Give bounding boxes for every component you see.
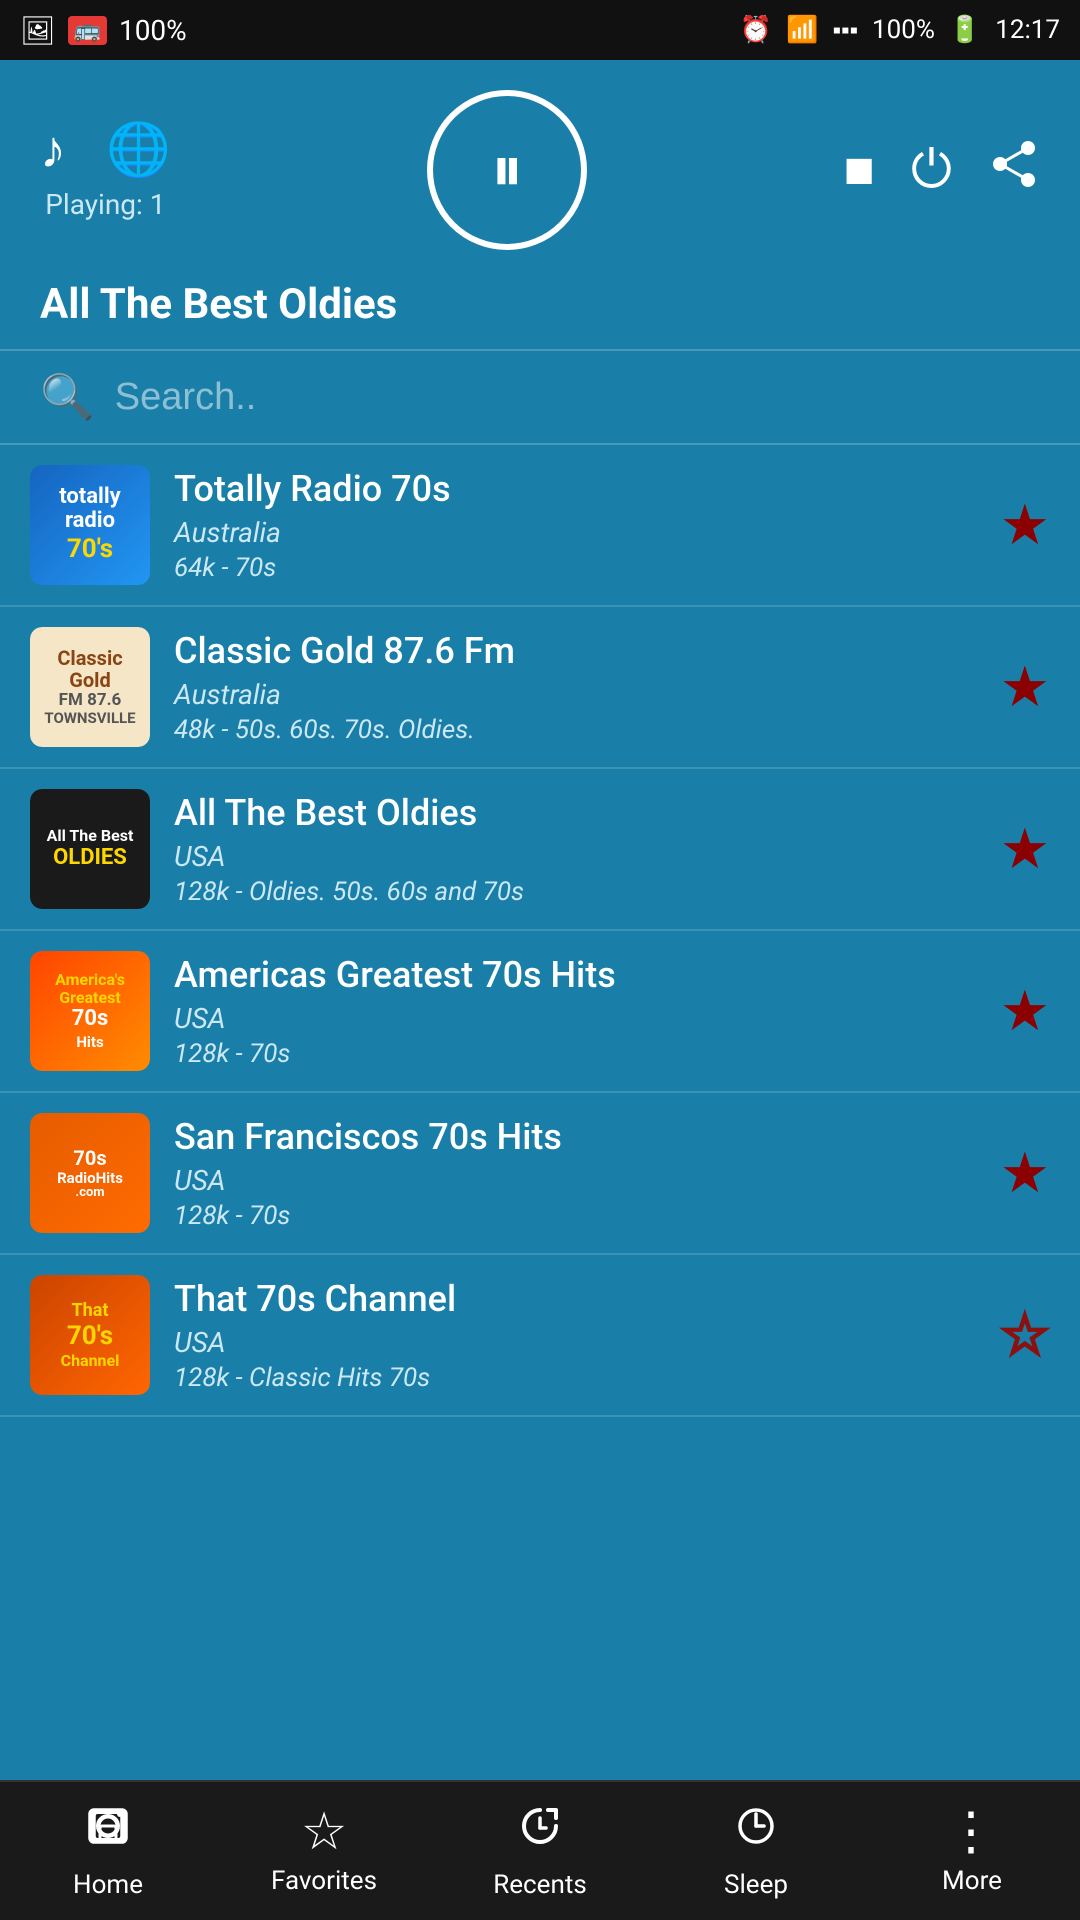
now-playing-title: All The Best Oldies: [40, 280, 397, 329]
station-country: USA: [174, 1326, 976, 1359]
wifi-icon: 📶: [786, 15, 818, 45]
station-info: All The Best Oldies USA 128k - Oldies. 5…: [174, 792, 976, 907]
battery-percent: 100%: [872, 15, 935, 45]
station-item[interactable]: totally radio 70's Totally Radio 70s Aus…: [0, 445, 1080, 607]
player-left-section: ♪ 🌐 Playing: 1: [40, 119, 171, 221]
station-info: San Franciscos 70s Hits USA 128k - 70s: [174, 1116, 976, 1231]
station-item[interactable]: That 70's Channel That 70s Channel USA 1…: [0, 1255, 1080, 1417]
station-name: Classic Gold 87.6 Fm: [174, 630, 976, 672]
more-label: More: [942, 1866, 1002, 1896]
nav-home[interactable]: Home: [0, 1802, 216, 1900]
favorite-star[interactable]: ☆: [1000, 1302, 1050, 1368]
music-note-icon[interactable]: ♪: [40, 119, 66, 180]
now-playing-title-section: All The Best Oldies: [0, 270, 1080, 349]
station-meta: 128k - Classic Hits 70s: [174, 1363, 976, 1393]
station-item[interactable]: All The Best OLDIES All The Best Oldies …: [0, 769, 1080, 931]
search-input[interactable]: [115, 376, 1040, 419]
station-info: Totally Radio 70s Australia 64k - 70s: [174, 468, 976, 583]
station-name: San Franciscos 70s Hits: [174, 1116, 976, 1158]
player-header: ♪ 🌐 Playing: 1 ⏸ ■ ⏻: [0, 60, 1080, 270]
clock-status: 12:17: [995, 15, 1060, 45]
home-label: Home: [73, 1870, 143, 1900]
status-left-icons: 🖼 🚌 100%: [20, 14, 187, 47]
station-meta: 128k - Oldies. 50s. 60s and 70s: [174, 877, 976, 907]
nav-more[interactable]: ⋮ More: [864, 1806, 1080, 1896]
station-logo: That 70's Channel: [30, 1275, 150, 1395]
favorite-star[interactable]: ★: [1000, 1140, 1050, 1206]
station-info: Americas Greatest 70s Hits USA 128k - 70…: [174, 954, 976, 1069]
stop-button[interactable]: ■: [843, 140, 874, 200]
signal-count: 100%: [119, 14, 187, 47]
recents-label: Recents: [493, 1870, 587, 1900]
station-logo: All The Best OLDIES: [30, 789, 150, 909]
station-name: All The Best Oldies: [174, 792, 976, 834]
status-bar: 🖼 🚌 100% ⏰ 📶 ▪▪▪ 100% 🔋 12:17: [0, 0, 1080, 60]
station-info: That 70s Channel USA 128k - Classic Hits…: [174, 1278, 976, 1393]
battery-icon: 🔋: [949, 15, 981, 45]
station-item[interactable]: 70s RadioHits .com San Franciscos 70s Hi…: [0, 1093, 1080, 1255]
station-meta: 128k - 70s: [174, 1039, 976, 1069]
station-country: Australia: [174, 678, 976, 711]
favorite-star[interactable]: ★: [1000, 654, 1050, 720]
search-bar: 🔍: [0, 351, 1080, 445]
more-icon: ⋮: [945, 1806, 999, 1858]
favorites-icon: ☆: [301, 1806, 348, 1858]
station-list: totally radio 70's Totally Radio 70s Aus…: [0, 445, 1080, 1417]
nav-recents[interactable]: Recents: [432, 1802, 648, 1900]
bottom-nav: Home ☆ Favorites Recents Sleep ⋮ More: [0, 1780, 1080, 1920]
station-name: That 70s Channel: [174, 1278, 976, 1320]
station-country: USA: [174, 840, 976, 873]
station-name: Americas Greatest 70s Hits: [174, 954, 976, 996]
favorite-star[interactable]: ★: [1000, 816, 1050, 882]
player-right-controls: ■ ⏻: [843, 138, 1040, 203]
signal-bars-icon: ▪▪▪: [832, 16, 858, 45]
sleep-label: Sleep: [724, 1870, 788, 1900]
station-item[interactable]: Classic Gold FM 87.6 TOWNSVILLE Classic …: [0, 607, 1080, 769]
station-logo: America's Greatest 70s Hits: [30, 951, 150, 1071]
home-icon: [84, 1802, 132, 1862]
favorites-label: Favorites: [271, 1866, 377, 1896]
power-button[interactable]: ⏻: [911, 140, 952, 201]
station-name: Totally Radio 70s: [174, 468, 976, 510]
favorite-star[interactable]: ★: [1000, 492, 1050, 558]
station-logo: Classic Gold FM 87.6 TOWNSVILLE: [30, 627, 150, 747]
nav-favorites[interactable]: ☆ Favorites: [216, 1806, 432, 1896]
photo-icon: 🖼: [20, 14, 56, 47]
station-country: Australia: [174, 516, 976, 549]
station-item[interactable]: America's Greatest 70s Hits Americas Gre…: [0, 931, 1080, 1093]
station-meta: 128k - 70s: [174, 1201, 976, 1231]
playing-label: Playing: 1: [45, 188, 165, 221]
nav-icon-status: 🚌: [68, 16, 107, 45]
station-country: USA: [174, 1002, 976, 1035]
nav-sleep[interactable]: Sleep: [648, 1802, 864, 1900]
station-logo: 70s RadioHits .com: [30, 1113, 150, 1233]
station-meta: 48k - 50s. 60s. 70s. Oldies.: [174, 715, 976, 745]
alarm-icon: ⏰: [740, 15, 772, 45]
favorite-star[interactable]: ★: [1000, 978, 1050, 1044]
station-country: USA: [174, 1164, 976, 1197]
status-right-icons: ⏰ 📶 ▪▪▪ 100% 🔋 12:17: [740, 15, 1060, 45]
station-logo: totally radio 70's: [30, 465, 150, 585]
station-meta: 64k - 70s: [174, 553, 976, 583]
pause-button[interactable]: ⏸: [427, 90, 587, 250]
pause-icon: ⏸: [491, 138, 523, 202]
recents-icon: [516, 1802, 564, 1862]
search-icon: 🔍: [40, 371, 95, 423]
globe-icon[interactable]: 🌐: [106, 119, 171, 180]
share-button[interactable]: [988, 138, 1040, 203]
sleep-icon: [732, 1802, 780, 1862]
station-info: Classic Gold 87.6 Fm Australia 48k - 50s…: [174, 630, 976, 745]
